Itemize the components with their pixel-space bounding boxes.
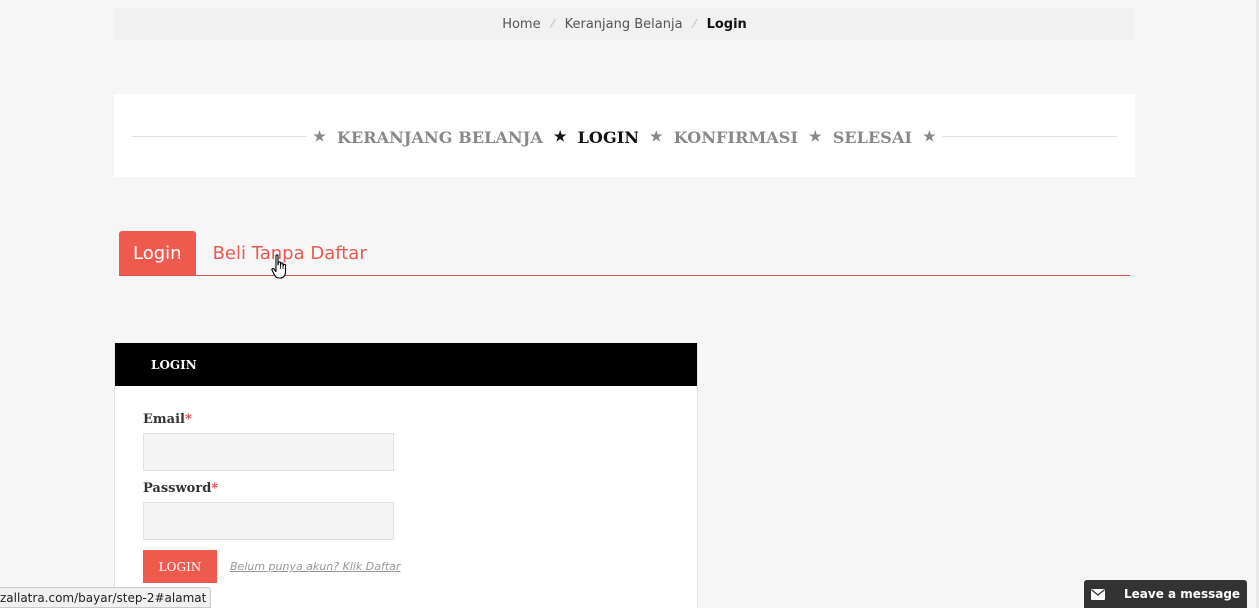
leave-message-button[interactable]: Leave a message [1084,580,1247,608]
breadcrumb-separator: ⁄ [551,17,554,31]
breadcrumb-cart[interactable]: Keranjang Belanja [565,17,683,32]
star-icon: ★ [650,129,663,145]
password-label: Password* [143,481,219,496]
breadcrumb-separator: ⁄ [693,17,696,31]
breadcrumb-current: Login [706,16,747,32]
hand-pointer-icon [271,254,287,279]
login-card: LOGIN Email* Password* LOGIN Belum punya… [114,343,698,608]
login-form: Email* Password* LOGIN Belum punya akun?… [115,386,697,583]
login-button[interactable]: LOGIN [143,550,217,583]
envelope-icon [1084,580,1112,608]
star-icon: ★ [809,129,822,145]
checkout-steps: ★ KERANJANG BELANJA ★ LOGIN ★ KONFIRMASI… [114,94,1135,177]
register-link[interactable]: Belum punya akun? Klik Daftar [230,560,400,573]
password-field[interactable] [143,502,394,540]
email-field[interactable] [143,433,394,471]
tab-guest-checkout[interactable]: Beli Tanpa Daftar [199,231,381,275]
step-cart: KERANJANG BELANJA [336,127,543,147]
star-icon: ★ [313,129,326,145]
step-login: LOGIN [577,127,640,147]
star-icon: ★ [923,129,936,145]
login-card-title: LOGIN [115,343,697,386]
step-done: SELESAI [832,127,913,147]
step-confirmation: KONFIRMASI [673,127,799,147]
email-label: Email* [143,412,192,427]
breadcrumb-home[interactable]: Home [502,17,540,32]
breadcrumb: Home ⁄ Keranjang Belanja ⁄ Login [114,8,1135,40]
star-icon: ★ [553,129,567,145]
tab-login[interactable]: Login [119,231,196,275]
status-bar-url: zallatra.com/bayar/step-2#alamat [0,587,212,608]
leave-message-label: Leave a message [1124,587,1241,601]
